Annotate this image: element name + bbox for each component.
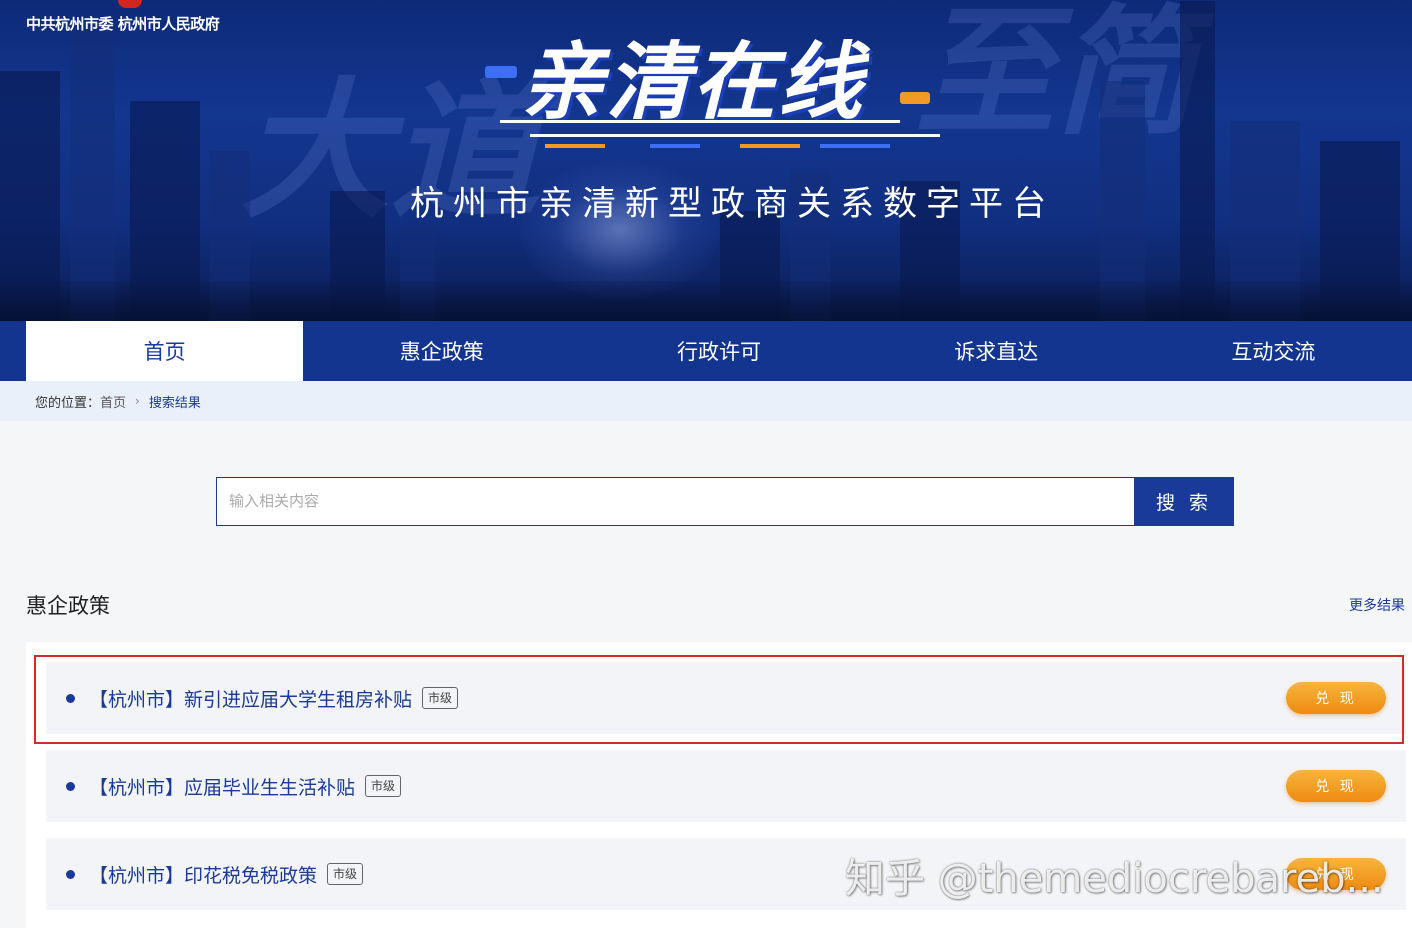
bullet-icon xyxy=(66,781,75,791)
skyline-building xyxy=(70,21,115,321)
logo-underline-decoration xyxy=(650,144,700,148)
skyline-building xyxy=(1180,1,1215,321)
nav-item-home[interactable]: 首页 xyxy=(26,321,304,381)
party-emblem-icon xyxy=(118,0,142,8)
redeem-button[interactable]: 兑 现 xyxy=(1286,770,1386,802)
platform-subtitle: 杭州市亲清新型政商关系数字平台 xyxy=(410,184,1055,224)
main-nav: 首页 惠企政策 行政许可 诉求直达 互动交流 xyxy=(0,321,1412,381)
result-title-link[interactable]: 【杭州市】印花税免税政策 xyxy=(89,861,317,888)
redeem-button[interactable]: 兑 现 xyxy=(1286,682,1386,714)
org-text: 中共杭州市委 杭州市人民政府 xyxy=(26,15,220,33)
list-item: 【杭州市】新引进应届大学生租房补贴 市级 兑 现 xyxy=(46,662,1406,734)
breadcrumb-current: 搜索结果 xyxy=(148,395,201,411)
level-badge: 市级 xyxy=(327,863,364,885)
more-results-link[interactable]: 更多结果 xyxy=(1349,595,1405,615)
bullet-icon xyxy=(66,869,75,879)
brand-logo: 亲清在线 xyxy=(485,33,940,148)
search-bar: 搜 索 xyxy=(216,477,1234,526)
brand-title: 亲清在线 xyxy=(520,33,865,131)
logo-accent-decoration xyxy=(485,66,517,78)
list-item: 【杭州市】应届毕业生生活补贴 市级 兑 现 xyxy=(46,750,1406,822)
search-input[interactable] xyxy=(216,477,1134,526)
nav-item-interaction[interactable]: 互动交流 xyxy=(1135,321,1412,381)
logo-underline-decoration xyxy=(820,144,890,148)
banner-bg-decoration: 至简 xyxy=(915,0,1196,155)
result-title-link[interactable]: 【杭州市】应届毕业生生活补贴 xyxy=(89,773,355,800)
logo-underline-decoration xyxy=(545,144,605,148)
result-title-link[interactable]: 【杭州市】新引进应届大学生租房补贴 xyxy=(89,685,412,712)
logo-underline-decoration xyxy=(530,134,940,137)
logo-underline-decoration xyxy=(500,120,900,123)
nav-item-permits[interactable]: 行政许可 xyxy=(580,321,857,381)
level-badge: 市级 xyxy=(422,687,459,709)
logo-underline-decoration xyxy=(740,144,800,148)
nav-item-policies[interactable]: 惠企政策 xyxy=(303,321,580,381)
breadcrumb: 您的位置： 首页 › 搜索结果 xyxy=(0,381,1412,421)
chevron-right-icon: › xyxy=(135,394,140,408)
nav-item-appeals[interactable]: 诉求直达 xyxy=(858,321,1135,381)
level-badge: 市级 xyxy=(365,775,402,797)
banner-water-decoration xyxy=(0,281,1412,321)
breadcrumb-prefix: 您的位置： xyxy=(35,395,101,411)
bullet-icon xyxy=(66,693,75,703)
breadcrumb-home-link[interactable]: 首页 xyxy=(100,392,126,411)
section-title: 惠企政策 xyxy=(26,594,110,618)
header-banner: 大道 至简 中共杭州市委 杭州市人民政府 亲清在线 杭州市亲清新型政商关系数字平… xyxy=(0,0,1412,321)
watermark: 知乎 @themediocrebareb... xyxy=(845,856,1384,902)
search-button[interactable]: 搜 索 xyxy=(1134,477,1234,526)
logo-accent-decoration xyxy=(900,92,930,104)
